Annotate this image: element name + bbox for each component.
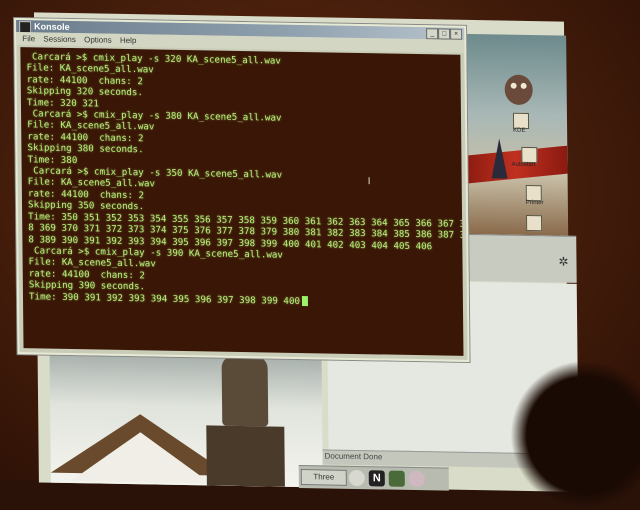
ibeam-cursor-icon: I: [367, 176, 371, 188]
menu-sessions[interactable]: Sessions: [43, 33, 76, 47]
user-icon[interactable]: [348, 469, 365, 487]
kde-icon[interactable]: [512, 112, 530, 129]
autostart-icon[interactable]: [521, 146, 538, 164]
close-button[interactable]: ×: [450, 28, 463, 40]
konsole-window: Konsole _ □ × File Sessions Options Help…: [14, 18, 470, 362]
maximize-button[interactable]: □: [438, 28, 451, 40]
printer-icon[interactable]: [525, 184, 542, 202]
taskbar: Three N: [298, 464, 449, 491]
pedestal-graphic: [206, 425, 285, 487]
gear-icon[interactable]: ✲: [558, 255, 568, 269]
window-title: Konsole: [34, 21, 70, 32]
text-cursor: [301, 295, 309, 306]
menu-file[interactable]: File: [22, 32, 35, 45]
floppy-icon[interactable]: [526, 214, 543, 232]
church-photo-window: [49, 352, 323, 488]
flower-icon[interactable]: [408, 470, 425, 488]
menu-help[interactable]: Help: [120, 34, 137, 47]
n-logo-icon[interactable]: N: [368, 470, 385, 487]
tower-graphic: [491, 138, 508, 179]
projected-desktop: KDE Autostart Printer ✲ Document Done Th…: [14, 12, 579, 492]
minimize-button[interactable]: _: [426, 28, 439, 40]
kde-icon-label: KDE: [513, 127, 526, 134]
autostart-icon-label: Autostart: [511, 161, 536, 169]
terminal-output[interactable]: Carcará >$ cmix_play -s 320 KA_scene5_al…: [20, 47, 464, 356]
printer-icon-label: Printer: [525, 199, 544, 207]
status-text: Document Done: [324, 451, 383, 462]
roof-inner-graphic: [70, 431, 211, 484]
statue-graphic: [221, 355, 269, 427]
menu-options[interactable]: Options: [84, 33, 112, 46]
browser-toolbar-area: ✲: [464, 233, 577, 283]
taskbar-button[interactable]: Three: [300, 469, 347, 486]
desktop-side-artwork: KDE Autostart Printer: [462, 33, 569, 236]
kde-mascot-icon: [504, 74, 533, 106]
monitor-icon[interactable]: [388, 470, 405, 487]
